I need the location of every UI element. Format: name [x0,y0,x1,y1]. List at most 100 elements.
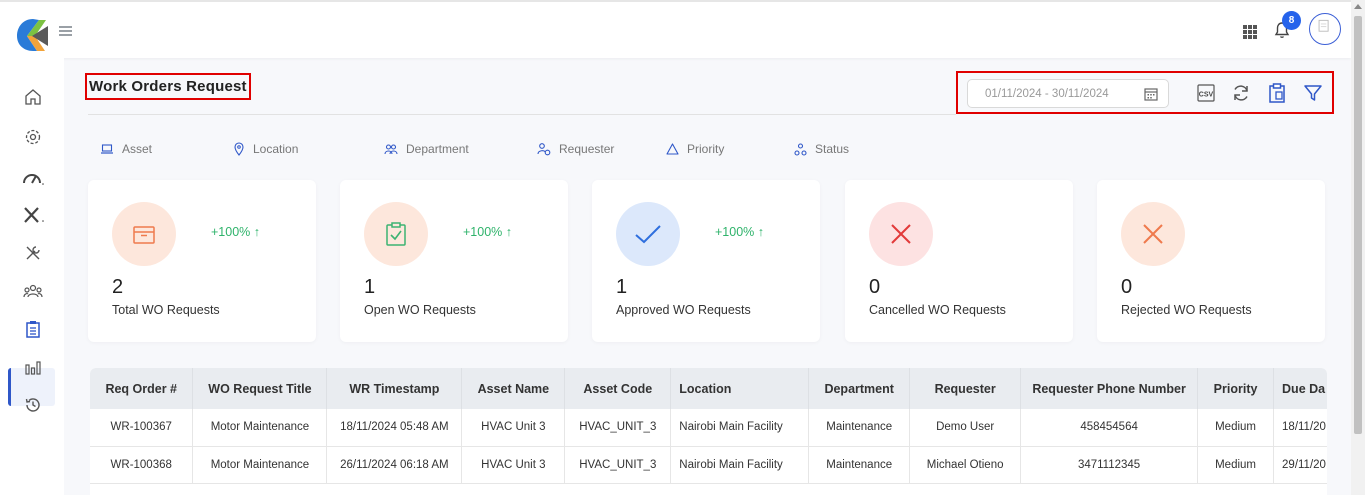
filter-asset[interactable]: Asset [100,142,152,156]
card-icon-circle [1121,202,1185,266]
cell-asset-code: HVAC_UNIT_3 [564,409,672,447]
cell-asset-name: HVAC Unit 3 [461,446,566,484]
toolbar-highlight: 01/11/2024 - 30/11/2024 CSV [956,71,1334,114]
hamburger-icon[interactable] [59,26,72,36]
filter-label: Department [406,142,469,156]
laptop-icon [101,144,113,154]
department-icon [384,144,398,155]
filter-label: Priority [687,142,725,156]
speedometer-icon[interactable] [20,164,46,190]
page-scrollbar[interactable] [1351,0,1365,495]
app-logo[interactable] [15,16,51,54]
clipboard-icon[interactable] [20,316,46,342]
wrench-screwdriver-icon[interactable] [20,240,46,266]
csv-export-button[interactable]: CSV [1195,81,1217,105]
cell-phone: 3471112345 [1020,446,1199,484]
date-range-input[interactable]: 01/11/2024 - 30/11/2024 [967,79,1169,108]
cell-priority: Medium [1197,409,1275,447]
page-title: Work Orders Request [89,78,247,95]
cell-requester: Demo User [909,409,1022,447]
column-header[interactable]: Priority [1197,368,1275,409]
requester-icon [537,143,551,156]
cell-priority: Medium [1197,446,1275,484]
scroll-up-arrow-icon[interactable] [1354,4,1362,9]
filter-department[interactable]: Department [384,142,469,156]
filter-requester[interactable]: Requester [537,142,614,156]
csv-icon: CSV [1197,84,1215,102]
history-icon[interactable] [20,392,46,418]
filter-status[interactable]: Status [794,142,849,156]
table-header-row: Req Order # WO Request Title WR Timestam… [90,368,1327,409]
card-icon-circle [616,202,680,266]
scrollbar-thumb[interactable] [1354,16,1362,434]
refresh-button[interactable] [1230,81,1252,105]
column-header[interactable]: Asset Name [461,368,566,409]
date-range-value: 01/11/2024 - 30/11/2024 [985,88,1109,100]
card-open-wo-requests: +100% ↑ 1 Open WO Requests [340,180,568,342]
csv-label: CSV [1199,92,1214,99]
apps-grid-icon[interactable] [1243,25,1257,39]
column-header[interactable]: Due Da [1273,368,1327,409]
clipboard-copy-icon [1269,83,1285,103]
column-header[interactable]: Asset Code [564,368,672,409]
cell-location: Nairobi Main Facility [670,446,810,484]
filter-label: Status [815,142,850,156]
settings-icon[interactable] [20,124,46,150]
clipboard-check-icon [386,222,406,246]
filter-location[interactable]: Location [233,142,298,156]
column-header[interactable]: Location [670,368,810,409]
users-icon[interactable] [20,278,46,304]
top-bar: 8 [0,0,1351,58]
card-cancelled-wo-requests: 0 Cancelled WO Requests [845,180,1073,342]
bar-chart-icon[interactable] [20,354,46,380]
column-header[interactable]: Requester Phone Number [1020,368,1199,409]
card-label: Rejected WO Requests [1121,303,1252,317]
card-icon-circle [364,202,428,266]
sidebar [0,58,64,495]
card-label: Total WO Requests [112,303,220,317]
column-header[interactable]: WO Request Title [192,368,328,409]
home-icon[interactable] [20,84,46,110]
card-total-wo-requests: +100% ↑ 2 Total WO Requests [88,180,316,342]
cell-req-order: WR-100368 [90,446,194,484]
table-row[interactable]: WR-100367 Motor Maintenance 18/11/2024 0… [90,409,1327,447]
refresh-icon [1234,85,1248,101]
cell-title: Motor Maintenance [192,409,328,447]
wo-requests-table: Req Order # WO Request Title WR Timestam… [90,368,1327,495]
card-count: 0 [869,276,881,298]
clipboard-copy-button[interactable] [1266,81,1288,105]
column-header[interactable]: Req Order # [90,368,194,409]
card-count: 2 [112,276,124,298]
filter-priority[interactable]: Priority [666,142,724,156]
cell-timestamp: 26/11/2024 06:18 AM [326,446,463,484]
calendar-icon[interactable] [1144,87,1158,101]
cell-asset-name: HVAC Unit 3 [461,409,566,447]
tools-icon[interactable] [20,202,46,228]
page-title-highlight: Work Orders Request [85,73,251,100]
user-avatar-icon[interactable] [1309,13,1341,45]
card-icon-circle [112,202,176,266]
card-label: Open WO Requests [364,303,476,317]
cell-location: Nairobi Main Facility [670,409,810,447]
filter-label: Asset [122,142,153,156]
cell-phone: 458454564 [1020,409,1199,447]
status-nodes-icon [794,142,807,156]
cell-timestamp: 18/11/2024 05:48 AM [326,409,463,447]
x-icon [891,224,911,244]
cell-asset-code: HVAC_UNIT_3 [564,446,672,484]
column-header[interactable]: Department [808,368,911,409]
card-icon-circle [869,202,933,266]
trend-indicator: +100% ↑ [463,225,512,239]
column-header[interactable]: Requester [909,368,1022,409]
trend-indicator: +100% ↑ [715,225,764,239]
cell-req-order: WR-100367 [90,409,194,447]
column-header[interactable]: WR Timestamp [326,368,463,409]
card-rejected-wo-requests: 0 Rejected WO Requests [1097,180,1325,342]
card-approved-wo-requests: +100% ↑ 1 Approved WO Requests [592,180,820,342]
check-icon [635,225,661,244]
filter-button[interactable] [1302,81,1324,105]
cell-department: Maintenance [808,409,911,447]
card-count: 0 [1121,276,1133,298]
table-row[interactable]: WR-100368 Motor Maintenance 26/11/2024 0… [90,446,1327,484]
cell-requester: Michael Otieno [909,446,1022,484]
